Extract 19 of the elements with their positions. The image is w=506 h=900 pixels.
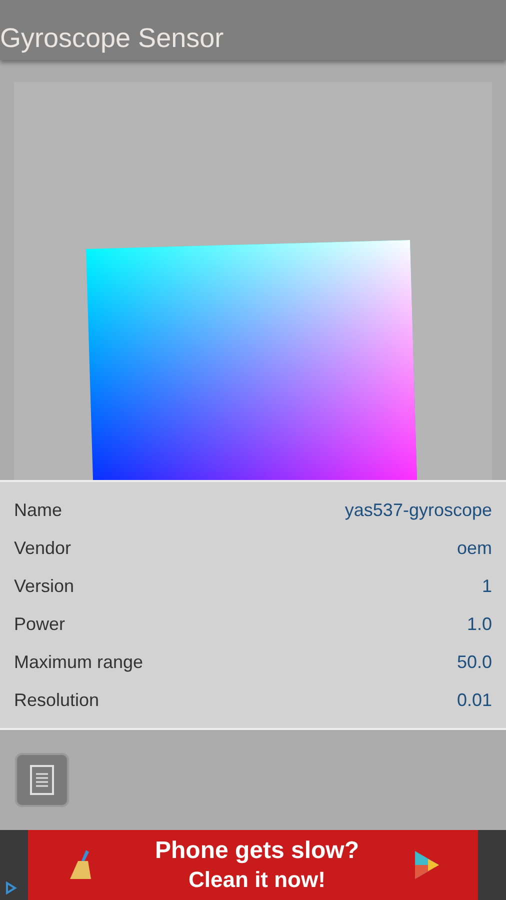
- property-value: yas537-gyroscope: [344, 498, 492, 522]
- property-value: 1.0: [466, 612, 492, 636]
- ad-banner[interactable]: Phone gets slow? Clean it now!: [28, 830, 478, 900]
- document-icon: [30, 765, 54, 795]
- property-label: Maximum range: [14, 650, 144, 674]
- property-label: Resolution: [14, 688, 100, 712]
- property-label: Power: [14, 612, 66, 636]
- property-value: 0.01: [456, 688, 492, 712]
- property-value: 1: [482, 574, 492, 598]
- ad-headline: Phone gets slow?: [154, 836, 360, 866]
- app-title: Gyroscope Sensor: [0, 25, 224, 52]
- property-label: Version: [14, 574, 74, 598]
- property-label: Name: [14, 498, 62, 522]
- play-store-icon: [414, 850, 440, 880]
- property-value: 50.0: [456, 650, 492, 674]
- ad-subline: Clean it now!: [188, 866, 326, 894]
- property-value: oem: [456, 536, 492, 560]
- details-button[interactable]: [15, 753, 69, 807]
- property-label: Vendor: [14, 536, 72, 560]
